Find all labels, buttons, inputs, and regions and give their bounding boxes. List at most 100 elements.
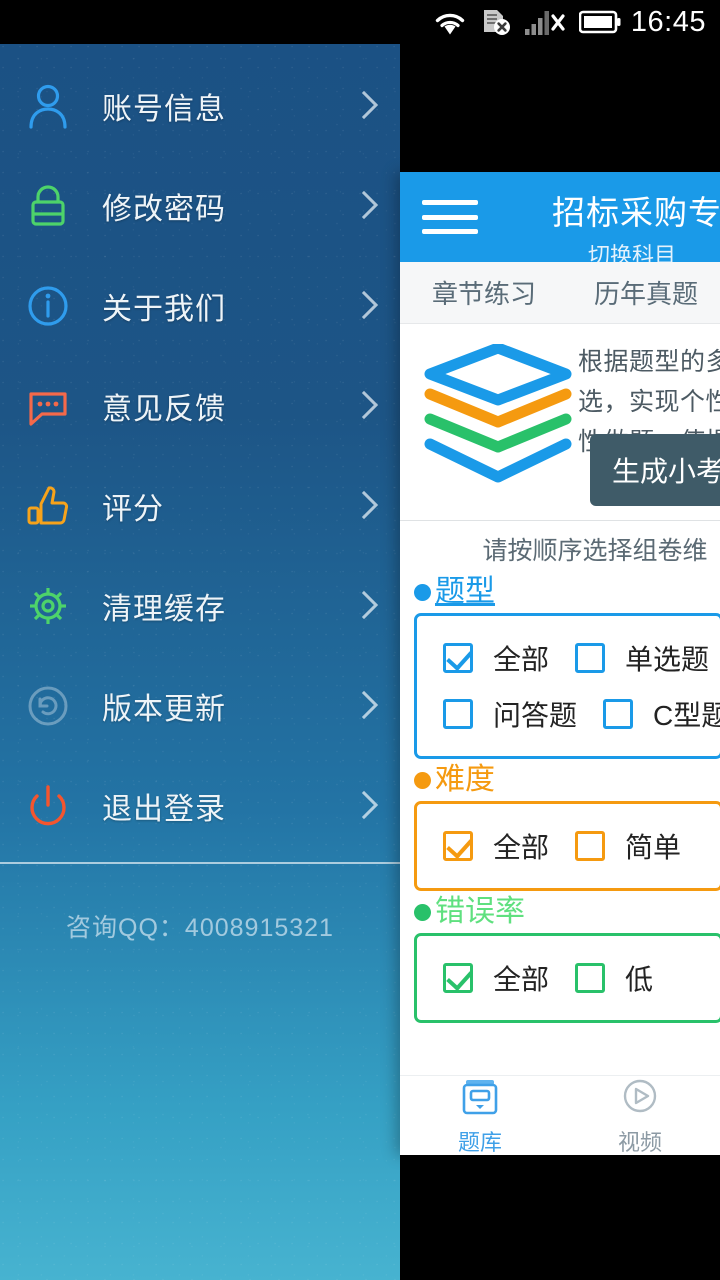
option-label: 全部 [493,644,550,675]
tab-bar: 章节练习 历年真题 智 [400,262,720,324]
gear-icon [22,580,74,632]
drawer-item-label: 意见反馈 [102,393,226,426]
intro-block: 根据题型的多 选，实现个性 性做题，使提 生成小考30 [400,324,720,520]
navigation-drawer: 账号信息 修改密码 关于我们 意见反馈 评分 清理缓存 版本更新 退出登录 咨询… [0,44,400,1280]
drawer-item-label: 清理缓存 [102,593,226,626]
layered-diamond-logo [400,338,578,520]
chevron-right-icon [352,589,372,623]
selection-hint-text: 请按顺序选择组卷维 [482,537,708,565]
section-options-box: 全部 单选题 问答题 C型题 [414,613,720,759]
bullet-dot-icon [414,771,431,789]
tab-chapter-practice[interactable]: 章节练习 [422,262,546,324]
checkbox-all[interactable] [443,831,473,861]
option-row: 问答题 C型题 [417,686,720,742]
checkbox-all[interactable] [443,643,473,673]
drawer-item-clear-cache[interactable]: 清理缓存 [0,556,400,656]
bottom-nav-label: 视频 [617,1130,662,1155]
drawer-item-version-update[interactable]: 版本更新 [0,656,400,756]
support-qq-text: 咨询QQ：4008915321 [66,914,334,942]
drawer-item-label: 修改密码 [102,193,226,226]
chat-icon [22,380,74,432]
section-options-box: 全部 低 [414,933,720,1023]
app-content-panel: 招标采购专 切换科目 章节练习 历年真题 智 根据题型的多 选，实现个性 性做题… [400,172,720,1155]
drawer-item-label: 评分 [102,493,164,526]
hamburger-menu-icon[interactable] [422,196,478,238]
option-row: 全部 低 [417,950,720,1006]
bottom-nav-label: 题库 [457,1130,502,1155]
status-bar-clock: 16:45 [630,5,706,38]
drawer-divider [0,862,400,864]
drawer-item-account-info[interactable]: 账号信息 [0,56,400,156]
user-icon [22,80,74,132]
option-label: 问答题 [493,700,578,731]
section-title: 题型 [435,575,495,608]
app-header: 招标采购专 切换科目 [400,172,720,268]
chevron-right-icon [352,89,372,123]
thumbs-up-icon [22,480,74,532]
section-question-type: 题型 全部 单选题 问答题 C型题 [400,575,720,759]
drawer-footer: 咨询QQ：4008915321 [0,908,400,944]
wifi-icon [435,13,465,35]
status-bar: 16:45 [0,0,720,44]
chevron-right-icon [352,189,372,223]
bullet-dot-icon [414,583,431,601]
bullet-dot-icon [414,903,431,921]
book-icon [459,1074,501,1123]
checkbox-low[interactable] [575,963,606,993]
checkbox-single-choice[interactable] [575,643,606,673]
option-row: 全部 单选题 [417,630,720,686]
intro-line: 选，实现个性 [578,388,720,416]
bottom-nav-item-question-bank[interactable]: 题库 [400,1074,560,1155]
signal-disabled-icon [524,11,565,35]
battery-icon [578,10,621,34]
option-label: 全部 [493,832,550,863]
bottom-nav-item-video[interactable]: 视频 [560,1074,720,1155]
info-icon [22,280,74,332]
drawer-item-label: 退出登录 [102,793,226,826]
section-title: 错误率 [435,895,525,928]
chevron-right-icon [352,489,372,523]
drawer-menu-list: 账号信息 修改密码 关于我们 意见反馈 评分 清理缓存 版本更新 退出登录 [0,44,400,856]
drawer-item-label: 账号信息 [102,93,226,126]
drawer-item-change-password[interactable]: 修改密码 [0,156,400,256]
page-title: 招标采购专 [552,194,720,231]
option-row: 全部 简单 [417,818,720,874]
section-title: 难度 [435,763,495,796]
section-difficulty: 难度 全部 简单 [400,763,720,891]
chevron-right-icon [352,689,372,723]
checkbox-all[interactable] [443,963,473,993]
drawer-item-feedback[interactable]: 意见反馈 [0,356,400,456]
checkbox-type-c[interactable] [603,699,634,729]
section-header: 难度 [414,763,720,797]
section-error-rate: 错误率 全部 低 [400,895,720,1023]
chevron-right-icon [352,389,372,423]
drawer-item-logout[interactable]: 退出登录 [0,756,400,856]
section-options-box: 全部 简单 [414,801,720,891]
power-icon [22,780,74,832]
option-label: 单选题 [625,644,710,675]
section-header: 题型 [414,575,720,609]
checkbox-essay[interactable] [443,699,473,729]
refresh-icon [22,680,74,732]
drawer-item-label: 关于我们 [102,293,226,326]
checkbox-easy[interactable] [575,831,606,861]
chevron-right-icon [352,789,372,823]
drawer-item-label: 版本更新 [102,693,226,726]
generate-quiz-button[interactable]: 生成小考30 [590,434,720,506]
chevron-right-icon [352,289,372,323]
drawer-item-about-us[interactable]: 关于我们 [0,256,400,356]
drawer-item-rate[interactable]: 评分 [0,456,400,556]
option-label: 全部 [493,964,550,995]
intro-line: 根据题型的多 [578,348,720,376]
sim-card-disabled-icon [483,10,510,35]
lock-icon [22,180,74,232]
bottom-navigation: 题库 视频 [400,1075,720,1155]
play-circle-icon [619,1074,661,1123]
selection-hint: 请按顺序选择组卷维 [400,520,720,571]
app-title-block: 招标采购专 切换科目 [552,186,720,270]
section-header: 错误率 [414,895,720,929]
option-label: C型题 [653,700,720,731]
tab-past-exams[interactable]: 历年真题 [584,262,708,324]
option-label: 低 [625,964,654,995]
option-label: 简单 [625,832,682,863]
